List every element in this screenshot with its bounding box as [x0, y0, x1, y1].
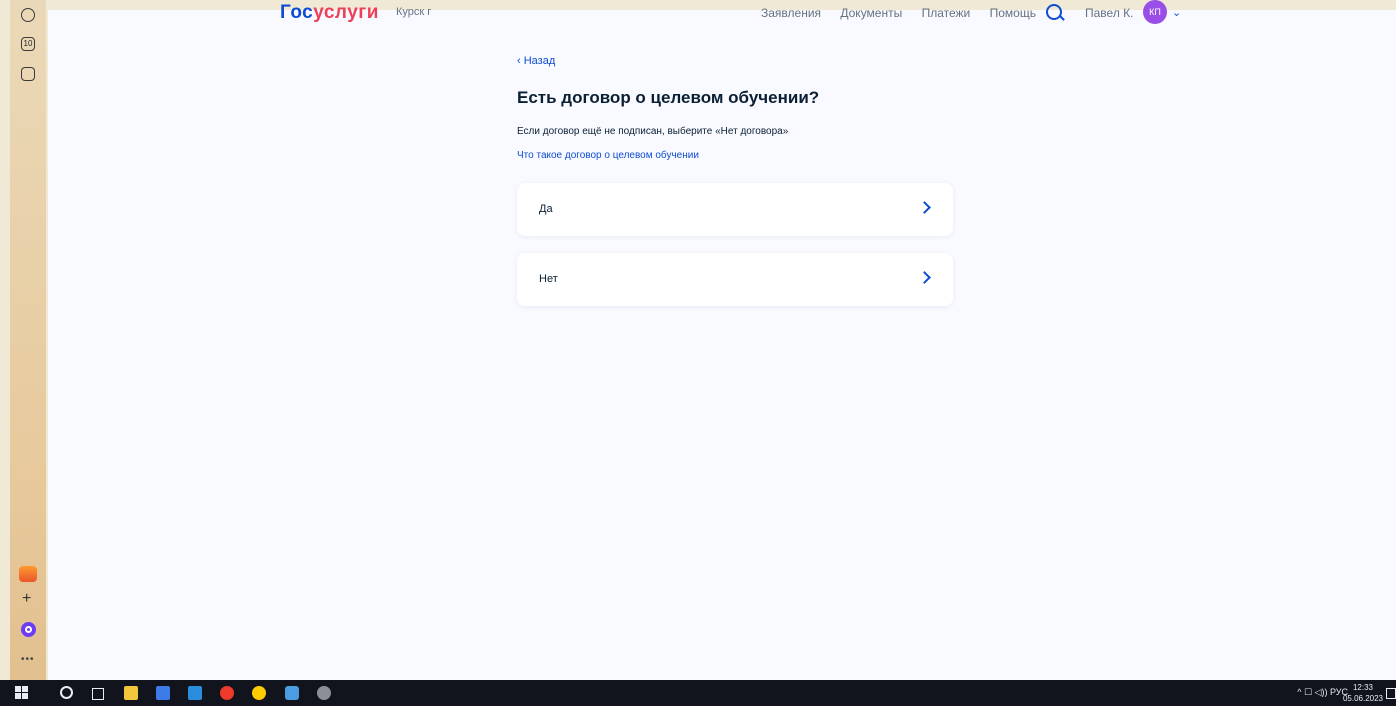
- yandex-icon[interactable]: [220, 686, 234, 700]
- clock-date: 05.06.2023: [1342, 694, 1383, 703]
- clock[interactable]: 12:33 05.06.2023: [1343, 682, 1383, 704]
- file-explorer-icon[interactable]: [124, 686, 138, 700]
- play-icon[interactable]: [21, 8, 35, 22]
- store-icon[interactable]: [156, 686, 170, 700]
- ten-icon[interactable]: 10: [21, 37, 35, 51]
- back-link[interactable]: ‹ Назад: [517, 55, 555, 67]
- taskbar-search-icon[interactable]: [60, 686, 73, 699]
- option-yes-button[interactable]: Да: [517, 183, 953, 236]
- app-icon[interactable]: [285, 686, 299, 700]
- logo-part-gos: Гос: [280, 2, 314, 23]
- system-tray[interactable]: ^ ☐ ◁)) РУС: [1297, 687, 1348, 698]
- hint-text: Если договор ещё не подписан, выберите «…: [517, 126, 789, 137]
- info-link[interactable]: Что такое договор о целевом обучении: [517, 150, 699, 161]
- notification-icon[interactable]: [1386, 688, 1396, 699]
- nav-help[interactable]: Помощь: [990, 6, 1036, 20]
- region-selector[interactable]: Курск г: [396, 6, 431, 18]
- yandex-browser-icon[interactable]: [252, 686, 266, 700]
- windows-start-icon[interactable]: [15, 686, 29, 700]
- clock-time: 12:33: [1352, 683, 1373, 692]
- search-icon[interactable]: [1046, 4, 1062, 20]
- nav-applications[interactable]: Заявления: [761, 6, 821, 20]
- avatar[interactable]: КП: [1143, 0, 1167, 24]
- plus-icon[interactable]: +: [22, 590, 31, 608]
- alice-icon[interactable]: [21, 622, 36, 637]
- mail-app-icon[interactable]: [188, 686, 202, 700]
- option-no-button[interactable]: Нет: [517, 253, 953, 306]
- nav-documents[interactable]: Документы: [840, 6, 902, 20]
- page-title: Есть договор о целевом обучении?: [517, 88, 820, 107]
- browser-sidebar: 10 + •••: [10, 0, 46, 680]
- mail-icon[interactable]: [19, 566, 37, 582]
- chevron-right-icon: [918, 271, 931, 284]
- chevron-down-icon[interactable]: ⌄: [1172, 6, 1181, 19]
- gosuslugi-page: Госуслуги Курск г Заявления Документы Пл…: [48, 0, 1396, 680]
- more-icon[interactable]: •••: [21, 654, 35, 665]
- eye-icon[interactable]: [21, 67, 35, 81]
- option-yes-label: Да: [539, 203, 553, 215]
- option-no-label: Нет: [539, 273, 558, 285]
- paint-icon[interactable]: [317, 686, 331, 700]
- gosuslugi-logo[interactable]: Госуслуги: [280, 2, 379, 24]
- logo-part-uslugi: услуги: [313, 2, 379, 23]
- user-name[interactable]: Павел К.: [1085, 6, 1133, 20]
- nav-payments[interactable]: Платежи: [922, 6, 971, 20]
- task-view-icon[interactable]: [92, 688, 104, 700]
- main-nav: Заявления Документы Платежи Помощь: [761, 6, 1052, 20]
- windows-taskbar: ^ ☐ ◁)) РУС 12:33 05.06.2023: [0, 680, 1396, 706]
- site-header: Госуслуги Курск г Заявления Документы Пл…: [48, 0, 1396, 36]
- chevron-right-icon: [918, 201, 931, 214]
